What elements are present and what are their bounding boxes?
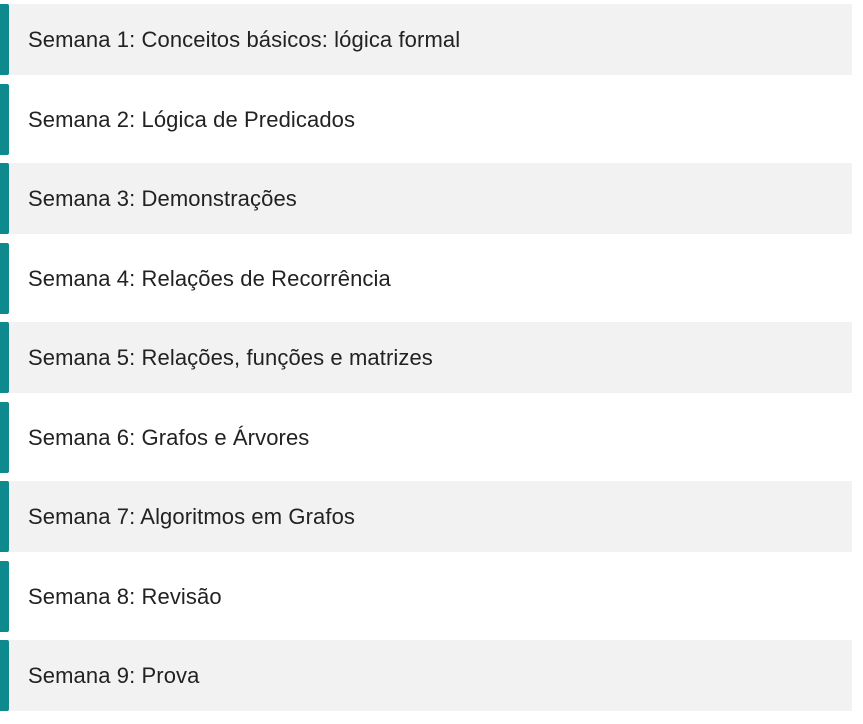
week-label: Semana 5: Relações, funções e matrizes xyxy=(28,344,433,370)
week-item-9[interactable]: Semana 9: Prova xyxy=(0,640,852,711)
week-item-2[interactable]: Semana 2: Lógica de Predicados xyxy=(0,84,852,155)
week-accent-bar xyxy=(0,561,9,632)
week-accent-bar xyxy=(0,4,9,75)
week-label: Semana 7: Algoritmos em Grafos xyxy=(28,503,356,529)
week-item-8[interactable]: Semana 8: Revisão xyxy=(0,561,852,632)
week-item-4[interactable]: Semana 4: Relações de Recorrência xyxy=(0,243,852,314)
week-item-6[interactable]: Semana 6: Grafos e Árvores xyxy=(0,402,852,473)
week-label: Semana 3: Demonstrações xyxy=(28,185,297,211)
week-label: Semana 9: Prova xyxy=(28,662,200,688)
week-accent-bar xyxy=(0,163,9,234)
week-accent-bar xyxy=(0,243,9,314)
week-label: Semana 4: Relações de Recorrência xyxy=(28,265,391,291)
week-item-5[interactable]: Semana 5: Relações, funções e matrizes xyxy=(0,322,852,393)
week-accent-bar xyxy=(0,402,9,473)
week-accent-bar xyxy=(0,640,9,711)
week-accent-bar xyxy=(0,481,9,552)
week-label: Semana 2: Lógica de Predicados xyxy=(28,106,356,132)
week-list: Semana 1: Conceitos básicos: lógica form… xyxy=(0,0,863,724)
week-item-7[interactable]: Semana 7: Algoritmos em Grafos xyxy=(0,481,852,552)
week-accent-bar xyxy=(0,322,9,393)
week-item-3[interactable]: Semana 3: Demonstrações xyxy=(0,163,852,234)
week-label: Semana 1: Conceitos básicos: lógica form… xyxy=(28,26,461,52)
week-accent-bar xyxy=(0,84,9,155)
week-item-1[interactable]: Semana 1: Conceitos básicos: lógica form… xyxy=(0,4,852,75)
week-label: Semana 6: Grafos e Árvores xyxy=(28,424,310,450)
week-label: Semana 8: Revisão xyxy=(28,583,222,609)
